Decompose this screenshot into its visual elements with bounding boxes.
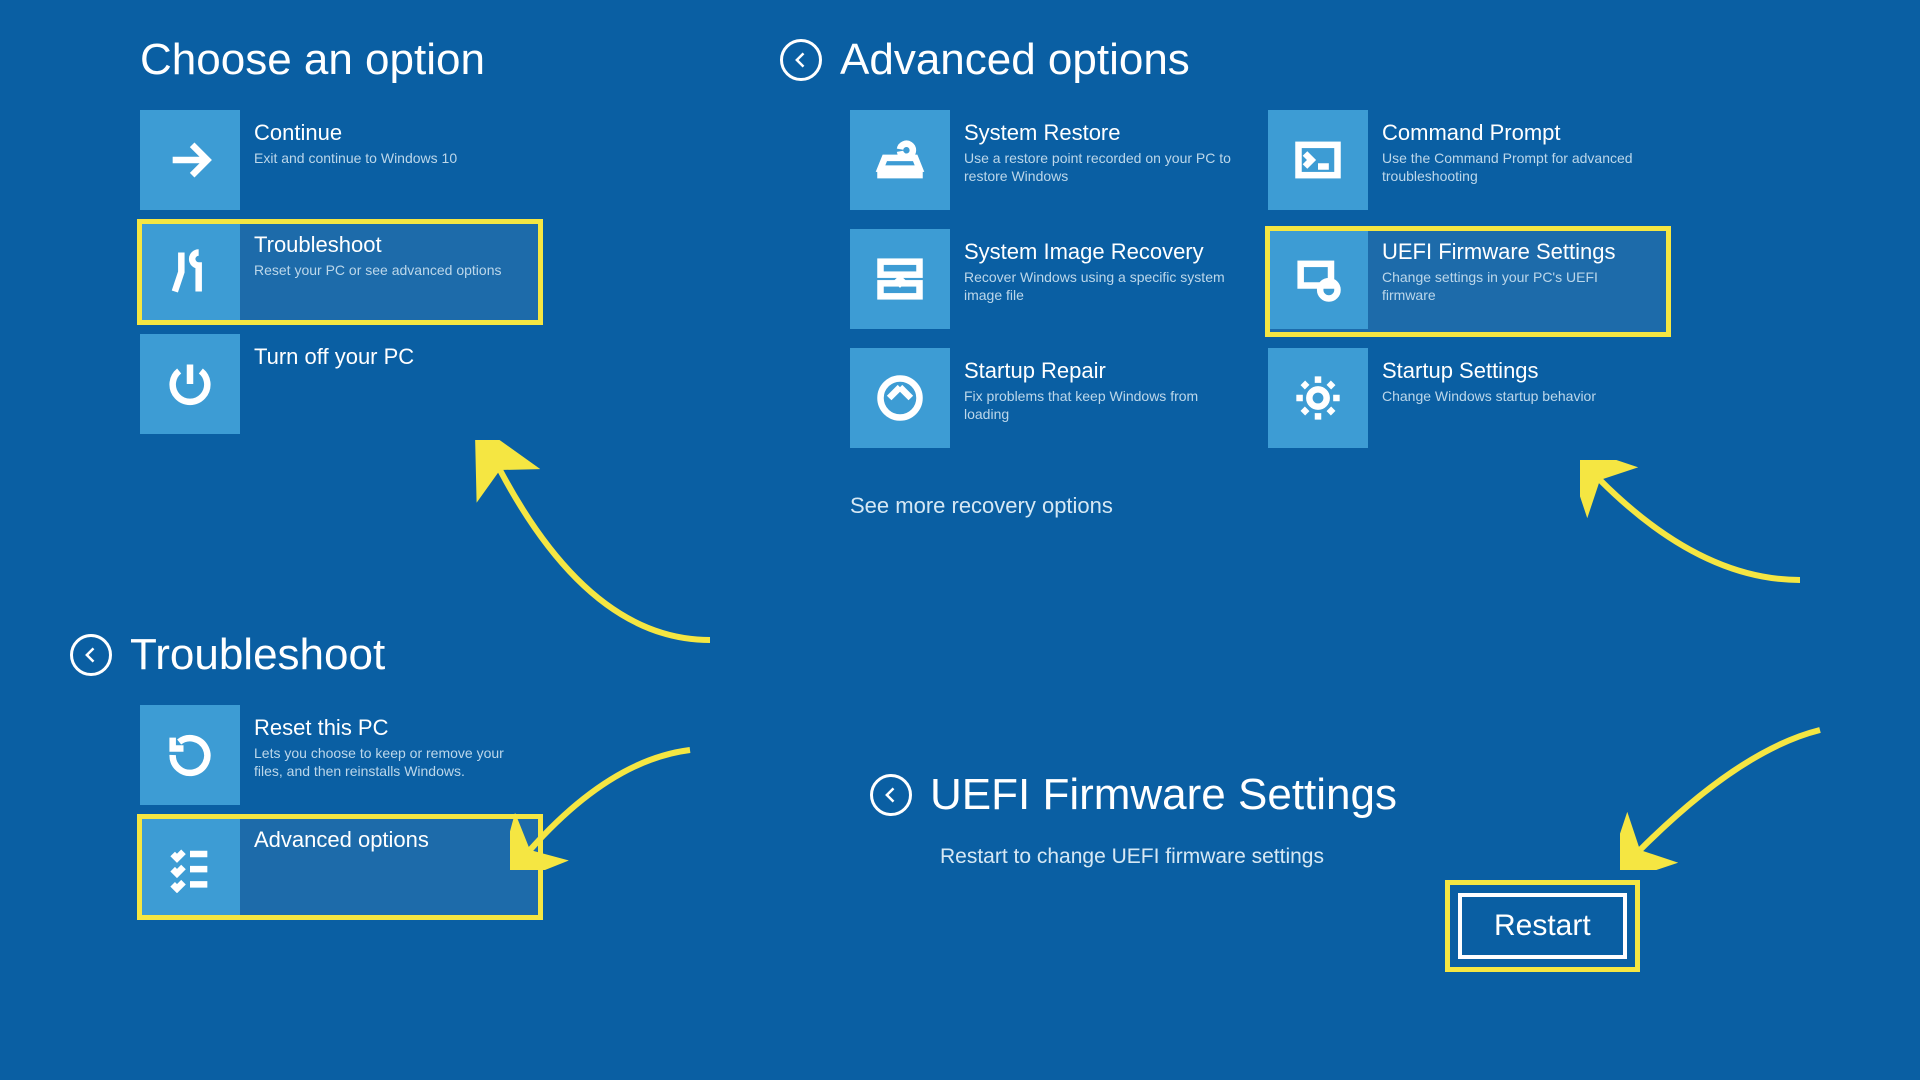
troubleshoot-panel: Troubleshoot Reset this PC Lets you choo… bbox=[70, 630, 540, 929]
guide-arrow-icon bbox=[510, 740, 710, 870]
checklist-icon bbox=[140, 817, 240, 917]
wrench-icon bbox=[850, 348, 950, 448]
tile-title: Startup Repair bbox=[964, 358, 1236, 384]
back-button[interactable] bbox=[70, 634, 112, 676]
uefi-panel: UEFI Firmware Settings Restart to change… bbox=[870, 770, 1397, 869]
startup-repair-tile[interactable]: Startup Repair Fix problems that keep Wi… bbox=[850, 348, 1250, 453]
tile-title: System Image Recovery bbox=[964, 239, 1236, 265]
tile-desc: Use the Command Prompt for advanced trou… bbox=[1382, 150, 1654, 185]
page-title: Troubleshoot bbox=[130, 630, 385, 680]
see-more-link[interactable]: See more recovery options bbox=[850, 493, 1668, 519]
tile-desc: Change settings in your PC's UEFI firmwa… bbox=[1382, 269, 1654, 304]
restart-button-highlight: Restart bbox=[1450, 885, 1635, 967]
page-title: Choose an option bbox=[140, 35, 540, 85]
system-restore-tile[interactable]: System Restore Use a restore point recor… bbox=[850, 110, 1250, 215]
continue-tile[interactable]: Continue Exit and continue to Windows 10 bbox=[140, 110, 540, 210]
back-button[interactable] bbox=[870, 774, 912, 816]
guide-arrow-icon bbox=[1620, 720, 1840, 870]
restore-icon bbox=[850, 110, 950, 210]
tile-title: Advanced options bbox=[254, 827, 526, 853]
tile-desc: Reset your PC or see advanced options bbox=[254, 262, 526, 280]
choose-option-panel: Choose an option Continue Exit and conti… bbox=[140, 35, 540, 446]
gear-icon bbox=[1268, 348, 1368, 448]
reset-icon bbox=[140, 705, 240, 805]
tile-title: Troubleshoot bbox=[254, 232, 526, 258]
tile-desc: Recover Windows using a specific system … bbox=[964, 269, 1236, 304]
back-button[interactable] bbox=[780, 39, 822, 81]
tools-icon bbox=[140, 222, 240, 322]
tile-title: Continue bbox=[254, 120, 526, 146]
arrow-right-icon bbox=[140, 110, 240, 210]
guide-arrow-icon bbox=[470, 440, 730, 650]
tile-desc: Fix problems that keep Windows from load… bbox=[964, 388, 1236, 423]
tile-title: Reset this PC bbox=[254, 715, 526, 741]
download-disk-icon bbox=[850, 229, 950, 329]
tile-title: Turn off your PC bbox=[254, 344, 526, 370]
tile-title: Command Prompt bbox=[1382, 120, 1654, 146]
tile-title: Startup Settings bbox=[1382, 358, 1654, 384]
page-title: Advanced options bbox=[840, 35, 1190, 85]
command-prompt-tile[interactable]: Command Prompt Use the Command Prompt fo… bbox=[1268, 110, 1668, 215]
tile-desc: Use a restore point recorded on your PC … bbox=[964, 150, 1236, 185]
restart-button[interactable]: Restart bbox=[1458, 893, 1627, 959]
uefi-description: Restart to change UEFI firmware settings bbox=[940, 845, 1397, 869]
tile-desc: Lets you choose to keep or remove your f… bbox=[254, 745, 526, 780]
turnoff-tile[interactable]: Turn off your PC bbox=[140, 334, 540, 434]
chip-gear-icon bbox=[1268, 229, 1368, 329]
tile-title: System Restore bbox=[964, 120, 1236, 146]
system-image-tile[interactable]: System Image Recovery Recover Windows us… bbox=[850, 229, 1250, 334]
page-title: UEFI Firmware Settings bbox=[930, 770, 1397, 820]
power-icon bbox=[140, 334, 240, 434]
reset-pc-tile[interactable]: Reset this PC Lets you choose to keep or… bbox=[140, 705, 540, 805]
advanced-options-panel: Advanced options System Restore Use a re… bbox=[780, 35, 1668, 519]
tile-desc: Exit and continue to Windows 10 bbox=[254, 150, 526, 168]
tile-title: UEFI Firmware Settings bbox=[1382, 239, 1654, 265]
uefi-tile[interactable]: UEFI Firmware Settings Change settings i… bbox=[1268, 229, 1668, 334]
troubleshoot-tile[interactable]: Troubleshoot Reset your PC or see advanc… bbox=[140, 222, 540, 322]
terminal-icon bbox=[1268, 110, 1368, 210]
startup-settings-tile[interactable]: Startup Settings Change Windows startup … bbox=[1268, 348, 1668, 453]
tile-desc: Change Windows startup behavior bbox=[1382, 388, 1654, 406]
advanced-options-tile[interactable]: Advanced options bbox=[140, 817, 540, 917]
